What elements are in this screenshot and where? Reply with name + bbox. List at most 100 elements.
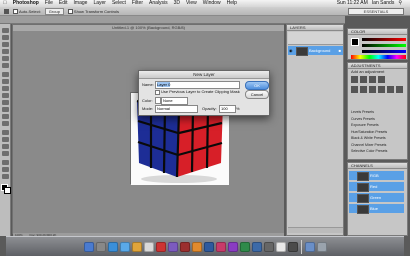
terminal-icon[interactable] [287, 241, 298, 252]
ical-icon[interactable] [155, 241, 166, 252]
eraser-tool-icon[interactable] [2, 100, 9, 105]
ok-button[interactable]: OK [245, 81, 269, 90]
background-color-swatch[interactable] [4, 187, 11, 194]
blur-tool-icon[interactable] [2, 114, 9, 119]
layer-name[interactable]: Background [309, 46, 330, 55]
shape-tool-icon[interactable] [2, 151, 9, 156]
type-tool-icon[interactable] [2, 137, 9, 142]
address-book-icon[interactable] [143, 241, 154, 252]
3d-rotate-tool-icon[interactable] [2, 160, 9, 165]
menu-image[interactable]: Image [74, 0, 88, 7]
layer-row-background[interactable]: ◉ Background ■ [288, 46, 343, 56]
layers-panel-title[interactable]: LAYERS [287, 25, 343, 31]
menu-view[interactable]: View [186, 0, 197, 7]
menu-file[interactable]: File [45, 0, 53, 7]
crop-tool-icon[interactable] [2, 56, 9, 61]
textedit-icon[interactable] [275, 241, 286, 252]
photoshop-icon[interactable] [203, 241, 214, 252]
brush-tool-icon[interactable] [2, 79, 9, 84]
trash-icon[interactable] [316, 241, 327, 252]
cancel-button[interactable]: Cancel [245, 90, 269, 99]
opacity-label: Opacity: [202, 106, 217, 111]
stamp-tool-icon[interactable] [2, 86, 9, 91]
history-brush-tool-icon[interactable] [2, 93, 9, 98]
red-slider[interactable] [362, 38, 406, 41]
safari-icon[interactable] [119, 241, 130, 252]
spotlight-icon[interactable]: ⚲ [398, 0, 402, 7]
mode-select[interactable]: Normal [155, 105, 198, 113]
itunes-icon[interactable] [167, 241, 178, 252]
lasso-tool-icon[interactable] [2, 42, 9, 47]
indesign-icon[interactable] [215, 241, 226, 252]
levels-icon[interactable] [360, 76, 367, 83]
brightness-icon[interactable] [351, 76, 358, 83]
dashboard-icon[interactable] [95, 241, 106, 252]
auto-select-checkbox[interactable] [13, 8, 18, 14]
menu-analysis[interactable]: Analysis [149, 0, 168, 7]
menu-app[interactable]: Photoshop [13, 0, 39, 7]
apple-icon[interactable]:  [3, 0, 7, 7]
ichat-icon[interactable] [131, 241, 142, 252]
channel-mixer-icon[interactable] [396, 86, 403, 93]
blue-slider[interactable] [362, 50, 406, 53]
user-name[interactable]: Ian Sands [372, 0, 395, 7]
adjustments-panel: ADJUSTMENTS Add an adjustment Levels Pre… [347, 62, 408, 160]
menu-select[interactable]: Select [112, 0, 126, 7]
menu-edit[interactable]: Edit [59, 0, 68, 7]
green-slider[interactable] [362, 44, 406, 47]
adjustment-icons [351, 76, 406, 94]
menu-3d[interactable]: 3D [174, 0, 180, 7]
layer-name-input[interactable]: Layer 0 [155, 81, 240, 89]
menu-filter[interactable]: Filter [132, 0, 143, 7]
zoom-tool-icon[interactable] [2, 174, 9, 179]
workspace-switcher[interactable]: ESSENTIALS [348, 8, 404, 15]
channels-panel-title[interactable]: CHANNELS [348, 163, 407, 169]
visibility-eye-icon[interactable]: ◉ [289, 46, 293, 55]
menu-window[interactable]: Window [203, 0, 221, 7]
auto-select-dropdown[interactable]: Group [44, 7, 64, 15]
opacity-input[interactable]: 100 [219, 105, 236, 113]
show-transform-checkbox[interactable] [67, 8, 73, 14]
preset-selective-color[interactable]: Selective Color Presets [351, 148, 387, 155]
move-tool-icon[interactable] [4, 8, 9, 14]
channel-row-green[interactable]: Green [349, 193, 404, 203]
path-select-tool-icon[interactable] [2, 144, 9, 149]
marquee-tool-icon[interactable] [2, 35, 9, 40]
quick-select-tool-icon[interactable] [2, 49, 9, 54]
flash-icon[interactable] [227, 241, 238, 252]
color-panel-title[interactable]: COLOR [348, 29, 407, 35]
color-ramp[interactable] [351, 55, 406, 59]
mail-icon[interactable] [107, 241, 118, 252]
illustrator-icon[interactable] [191, 241, 202, 252]
photoshop-app-icon[interactable] [179, 241, 190, 252]
black-white-icon[interactable] [378, 86, 385, 93]
preset-black-white[interactable]: Black & White Presets [351, 135, 387, 142]
gradient-tool-icon[interactable] [2, 107, 9, 112]
dreamweaver-icon[interactable] [239, 241, 250, 252]
curves-icon[interactable] [369, 76, 376, 83]
menu-layer[interactable]: Layer [93, 0, 106, 7]
hand-tool-icon[interactable] [2, 167, 9, 172]
channel-row-rgb[interactable]: RGB [349, 171, 404, 181]
channel-row-blue[interactable]: Blue [349, 204, 404, 214]
vibrance-icon[interactable] [351, 86, 358, 93]
photo-filter-icon[interactable] [387, 86, 394, 93]
bridge-icon[interactable] [251, 241, 262, 252]
channel-row-red[interactable]: Red [349, 182, 404, 192]
pen-tool-icon[interactable] [2, 130, 9, 135]
finder-icon[interactable] [83, 241, 94, 252]
color-select[interactable]: None [161, 97, 188, 105]
menu-help[interactable]: Help [227, 0, 237, 7]
color-foreground-swatch[interactable] [351, 38, 359, 46]
eyedropper-tool-icon[interactable] [2, 63, 9, 68]
exposure-icon[interactable] [378, 76, 385, 83]
move-tool-icon[interactable] [2, 28, 9, 33]
clipping-mask-checkbox[interactable] [155, 90, 160, 95]
dodge-tool-icon[interactable] [2, 121, 9, 126]
downloads-stack-icon[interactable] [304, 241, 315, 252]
hue-saturation-icon[interactable] [360, 86, 367, 93]
color-balance-icon[interactable] [369, 86, 376, 93]
healing-tool-icon[interactable] [2, 72, 9, 77]
document-tab[interactable]: Untitled-1 @ 100% (Background, RGB/8) [13, 25, 284, 31]
system-preferences-icon[interactable] [263, 241, 274, 252]
